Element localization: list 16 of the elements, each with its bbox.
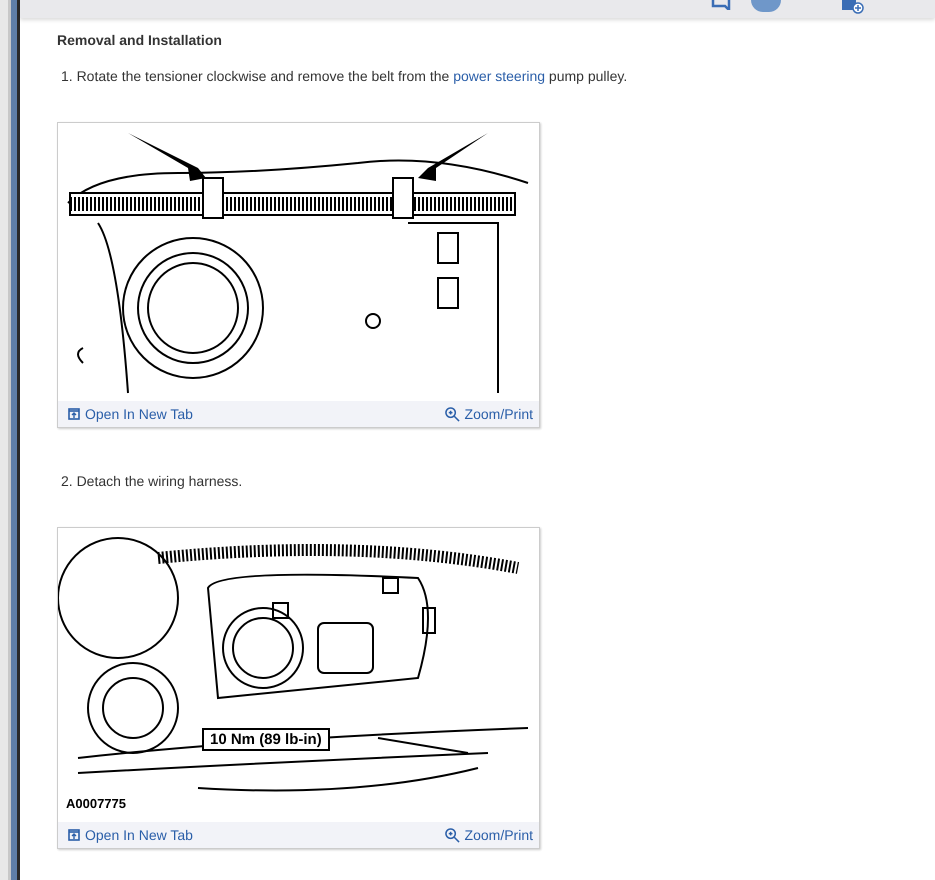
zoom-in-icon (444, 828, 460, 842)
new-tab-icon (68, 408, 80, 420)
zoom-print-link[interactable]: Zoom/Print (444, 406, 533, 422)
open-in-new-tab-link[interactable]: Open In New Tab (68, 406, 193, 422)
figure-code: A0007775 (66, 796, 126, 811)
open-in-new-tab-link[interactable]: Open In New Tab (68, 827, 193, 843)
step-text: 2. Detach the wiring harness. (61, 473, 244, 489)
new-tab-icon (68, 829, 80, 841)
torque-callout: 10 Nm (89 lb-in) (202, 728, 330, 751)
zoom-print-link[interactable]: Zoom/Print (444, 827, 533, 843)
power-steering-link[interactable]: power steering (453, 68, 546, 84)
chat-icon[interactable] (711, 0, 731, 10)
zoom-in-icon (444, 406, 460, 422)
document-plus-icon[interactable] (841, 0, 865, 14)
section-title: Removal and Installation (57, 32, 223, 48)
step-text: 1. Rotate the tensioner clockwise and remove the belt from the power steering pump pulley. (61, 68, 628, 84)
